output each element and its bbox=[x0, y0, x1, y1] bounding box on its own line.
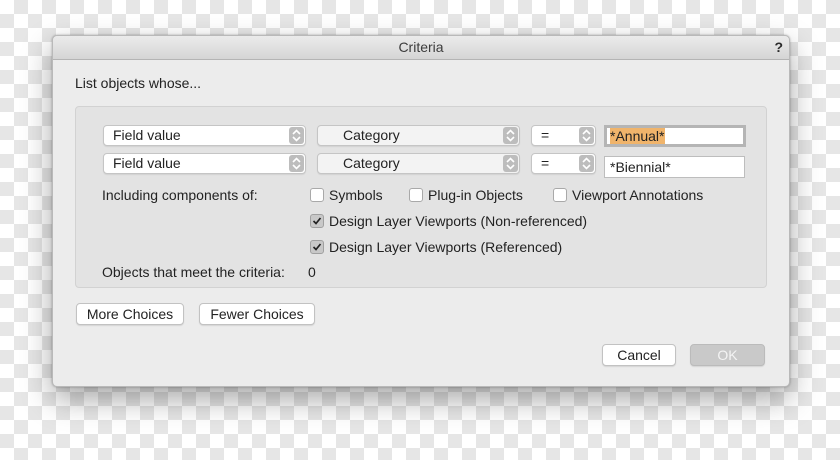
value-field-row2[interactable]: *Biennial* bbox=[604, 156, 745, 178]
value-text: *Annual* bbox=[610, 128, 665, 144]
fewer-choices-button[interactable]: Fewer Choices bbox=[199, 303, 315, 325]
chevron-updown-icon bbox=[289, 127, 304, 144]
attribute-popup-label: Category bbox=[343, 155, 400, 171]
ok-button[interactable]: OK bbox=[690, 344, 765, 366]
operator-popup-label: = bbox=[541, 155, 550, 171]
plugin-objects-checkbox[interactable] bbox=[409, 188, 423, 202]
checkmark-icon bbox=[312, 217, 322, 225]
field-popup-label: Field value bbox=[113, 155, 181, 171]
value-text: *Biennial* bbox=[610, 159, 671, 175]
chevron-updown-icon bbox=[503, 155, 518, 172]
field-popup-row1[interactable]: Field value bbox=[103, 125, 306, 146]
checkmark-icon bbox=[312, 243, 322, 251]
help-icon[interactable]: ? bbox=[774, 36, 783, 59]
viewport-annotations-label[interactable]: Viewport Annotations bbox=[572, 187, 703, 203]
criteria-dialog: Criteria ? List objects whose... Field v… bbox=[52, 35, 790, 387]
intro-label: List objects whose... bbox=[75, 75, 202, 91]
cancel-button[interactable]: Cancel bbox=[602, 344, 676, 366]
plugin-objects-label[interactable]: Plug-in Objects bbox=[428, 187, 523, 203]
title-bar[interactable]: Criteria ? bbox=[53, 36, 789, 60]
operator-popup-row2[interactable]: = bbox=[531, 153, 596, 174]
chevron-updown-icon bbox=[579, 155, 594, 172]
symbols-checkbox[interactable] bbox=[310, 188, 324, 202]
dlv-referenced-checkbox[interactable] bbox=[310, 240, 324, 254]
chevron-updown-icon bbox=[289, 155, 304, 172]
chevron-updown-icon bbox=[503, 127, 518, 144]
attribute-popup-row1[interactable]: Category bbox=[317, 125, 520, 146]
viewport-annotations-checkbox[interactable] bbox=[553, 188, 567, 202]
result-count: 0 bbox=[308, 264, 316, 280]
more-choices-button[interactable]: More Choices bbox=[76, 303, 184, 325]
dialog-title: Criteria bbox=[398, 39, 444, 55]
dlv-nonreferenced-label[interactable]: Design Layer Viewports (Non-referenced) bbox=[329, 213, 587, 229]
dlv-referenced-label[interactable]: Design Layer Viewports (Referenced) bbox=[329, 239, 562, 255]
field-popup-label: Field value bbox=[113, 127, 181, 143]
symbols-label[interactable]: Symbols bbox=[329, 187, 383, 203]
value-field-row1[interactable]: *Annual* bbox=[604, 125, 746, 147]
operator-popup-row1[interactable]: = bbox=[531, 125, 596, 146]
components-label: Including components of: bbox=[102, 187, 258, 203]
attribute-popup-label: Category bbox=[343, 127, 400, 143]
operator-popup-label: = bbox=[541, 127, 550, 143]
attribute-popup-row2[interactable]: Category bbox=[317, 153, 520, 174]
dlv-nonreferenced-checkbox[interactable] bbox=[310, 214, 324, 228]
field-popup-row2[interactable]: Field value bbox=[103, 153, 306, 174]
result-label: Objects that meet the criteria: bbox=[102, 264, 285, 280]
chevron-updown-icon bbox=[579, 127, 594, 144]
